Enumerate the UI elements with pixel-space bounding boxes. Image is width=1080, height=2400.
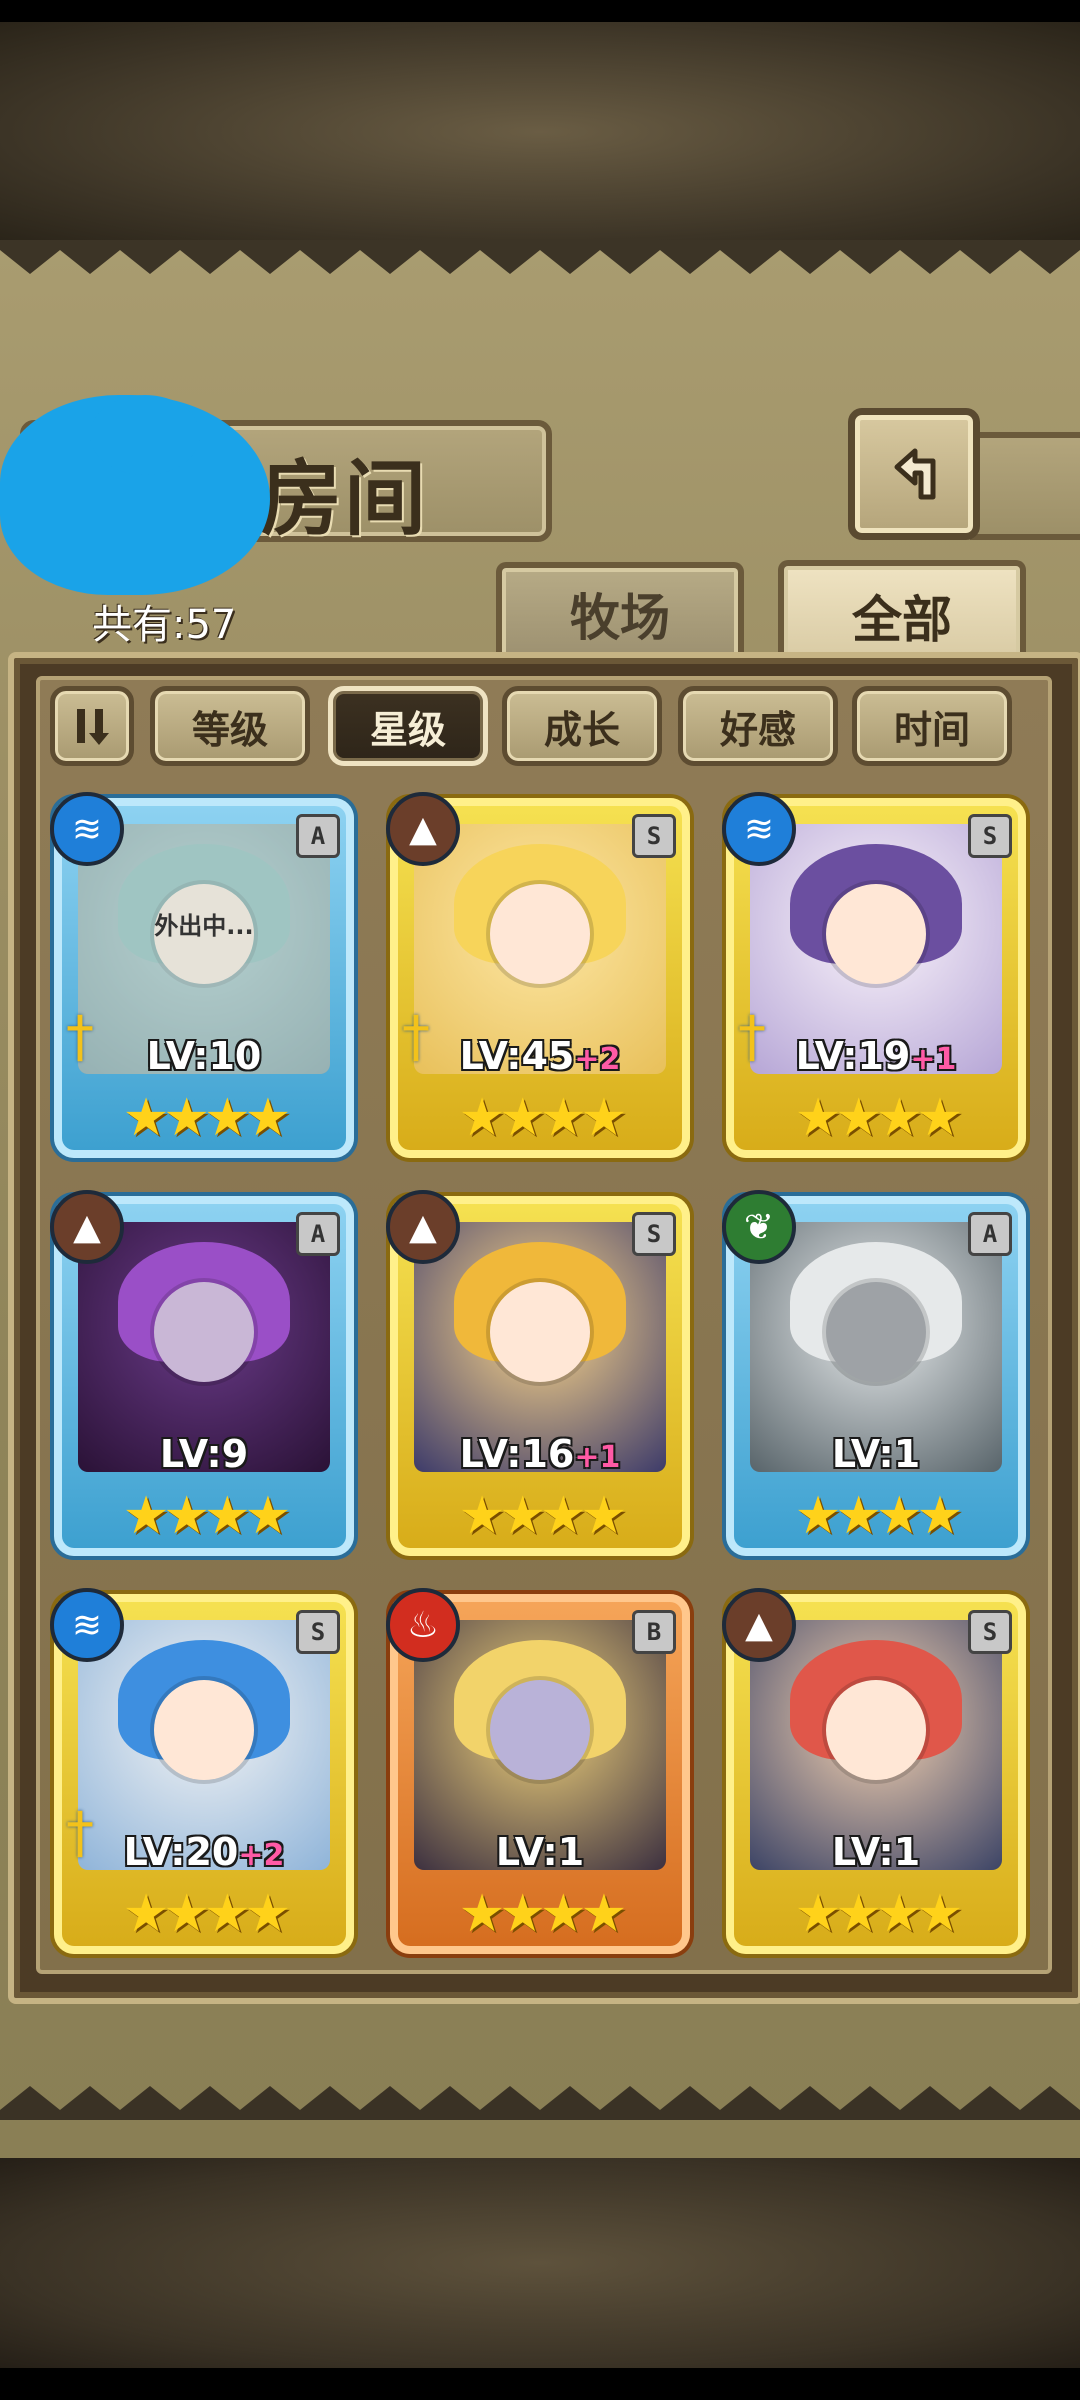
- tab-ranch-label: 牧场: [570, 588, 670, 647]
- rank-badge: A: [968, 1212, 1012, 1256]
- monster-level: LV:16+1: [459, 1432, 621, 1476]
- sort-star-label: 星级: [369, 707, 446, 752]
- star-rating: ★★★★: [122, 1088, 291, 1148]
- monster-level: LV:1: [495, 1830, 585, 1874]
- rank-badge: S: [968, 1610, 1012, 1654]
- star-rating: ★★★★: [458, 1884, 627, 1944]
- star-rating: ★★★★: [794, 1088, 963, 1148]
- monster-level: LV:1: [831, 1432, 921, 1476]
- water-element-icon: ≋: [722, 792, 796, 866]
- redaction-scribble-top: [90, 395, 200, 475]
- zigzag-edge-top: [0, 240, 1080, 274]
- monster-level: LV:45+2: [459, 1034, 621, 1078]
- monster-card[interactable]: ▲ S LV:16+1 ★★★★: [386, 1190, 690, 1556]
- sort-order-button[interactable]: [50, 686, 134, 766]
- rank-badge: S: [968, 814, 1012, 858]
- monster-card[interactable]: ❦ A LV:1 ★★★★: [722, 1190, 1026, 1556]
- tab-all-label: 全部: [852, 590, 952, 649]
- monster-level: LV:10: [146, 1034, 262, 1078]
- monster-count: 共有:57: [92, 602, 237, 648]
- rank-badge: B: [632, 1610, 676, 1654]
- bottom-map-band: [0, 2158, 1080, 2368]
- sort-order-icon: [77, 709, 109, 745]
- tab-ranch[interactable]: 牧场: [496, 562, 744, 660]
- earth-element-icon: ▲: [722, 1588, 796, 1662]
- zigzag-edge-bottom: [0, 2086, 1080, 2120]
- sort-affection-label: 好感: [719, 707, 796, 752]
- monster-level: LV:1: [831, 1830, 921, 1874]
- star-rating: ★★★★: [122, 1486, 291, 1546]
- monster-card[interactable]: ▲ S † LV:45+2 ★★★★: [386, 792, 690, 1158]
- rank-badge: A: [296, 814, 340, 858]
- back-button[interactable]: [848, 408, 980, 540]
- sort-level-button[interactable]: 等级: [150, 686, 310, 766]
- monster-level: LV:19+1: [795, 1034, 957, 1078]
- monster-card[interactable]: ≋ S † LV:19+1 ★★★★: [722, 792, 1026, 1158]
- away-status: 外出中...: [154, 912, 254, 940]
- monster-card[interactable]: 外出中... ≋ A † LV:10 ★★★★: [50, 792, 354, 1158]
- sort-growth-label: 成长: [543, 707, 620, 752]
- sort-affection-button[interactable]: 好感: [678, 686, 838, 766]
- wood-element-icon: ❦: [722, 1190, 796, 1264]
- water-element-icon: ≋: [50, 1588, 124, 1662]
- monster-card[interactable]: ≋ S † LV:20+2 ★★★★: [50, 1588, 354, 1954]
- earth-element-icon: ▲: [386, 792, 460, 866]
- rank-badge: S: [632, 1212, 676, 1256]
- star-rating: ★★★★: [794, 1884, 963, 1944]
- earth-element-icon: ▲: [50, 1190, 124, 1264]
- water-element-icon: ≋: [50, 792, 124, 866]
- monster-level: LV:9: [159, 1432, 249, 1476]
- star-rating: ★★★★: [794, 1486, 963, 1546]
- sort-time-button[interactable]: 时间: [852, 686, 1012, 766]
- sort-star-button[interactable]: 星级: [328, 686, 488, 766]
- rank-badge: S: [632, 814, 676, 858]
- star-rating: ★★★★: [458, 1486, 627, 1546]
- sort-growth-button[interactable]: 成长: [502, 686, 662, 766]
- monster-card[interactable]: ▲ S LV:1 ★★★★: [722, 1588, 1026, 1954]
- rank-badge: S: [296, 1610, 340, 1654]
- monster-card[interactable]: ♨ B LV:1 ★★★★: [386, 1588, 690, 1954]
- monster-level: LV:20+2: [123, 1830, 285, 1874]
- back-arrow-icon: [894, 448, 936, 500]
- top-map-band: [0, 22, 1080, 242]
- star-rating: ★★★★: [458, 1088, 627, 1148]
- back-button-rail: [970, 432, 1080, 540]
- sort-level-label: 等级: [191, 707, 268, 752]
- star-rating: ★★★★: [122, 1884, 291, 1944]
- monster-card[interactable]: ▲ A LV:9 ★★★★: [50, 1190, 354, 1556]
- earth-element-icon: ▲: [386, 1190, 460, 1264]
- rank-badge: A: [296, 1212, 340, 1256]
- sort-time-label: 时间: [893, 707, 970, 752]
- tab-all[interactable]: 全部: [778, 560, 1026, 666]
- fire-element-icon: ♨: [386, 1588, 460, 1662]
